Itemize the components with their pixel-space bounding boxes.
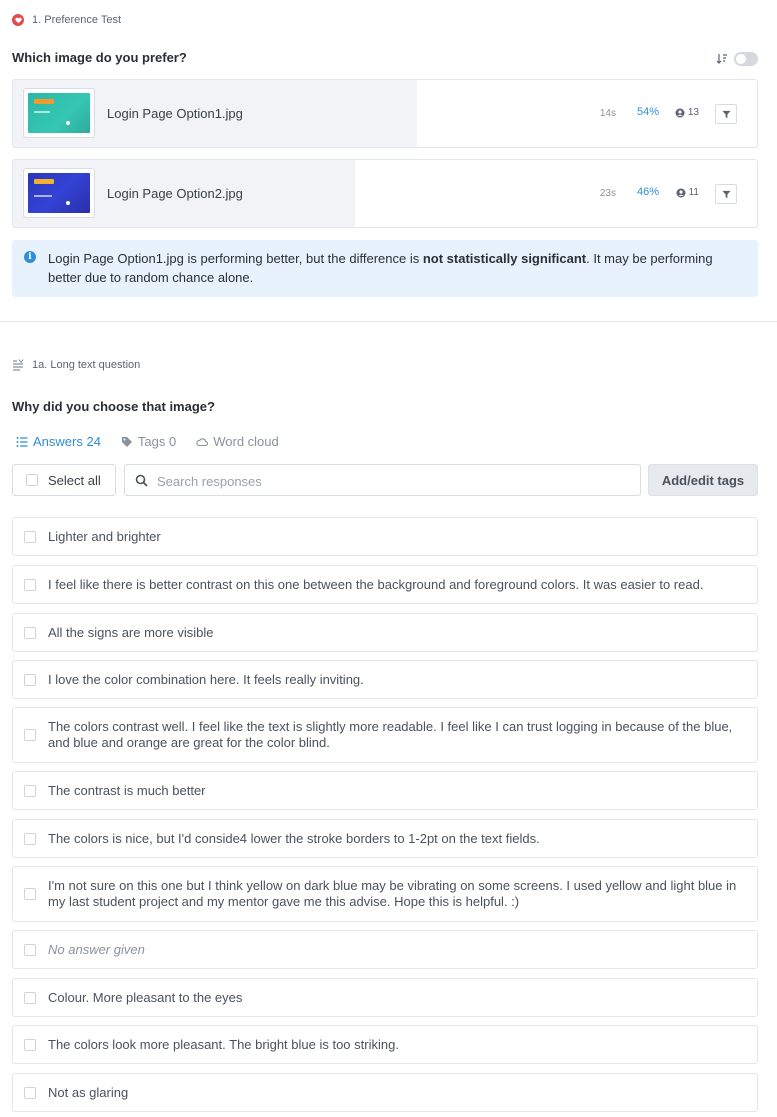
filter-button[interactable]	[715, 104, 737, 124]
tab-tags-label: Tags 0	[137, 434, 177, 449]
answer-checkbox[interactable]	[24, 627, 36, 639]
average-time: 14s	[599, 108, 616, 119]
filter-button[interactable]	[715, 184, 737, 204]
tab-answers-label: Answers 24	[33, 434, 101, 449]
list-icon	[16, 436, 28, 447]
answer-text: No answer given	[48, 942, 145, 957]
respondent-count: 13	[675, 107, 699, 118]
tab-tags[interactable]: Tags 0	[121, 434, 176, 449]
answer-checkbox[interactable]	[24, 1087, 36, 1099]
preference-percent: 46%	[636, 186, 659, 198]
sort-toggle[interactable]	[734, 52, 758, 66]
option-thumbnail[interactable]	[23, 168, 95, 218]
answer-checkbox[interactable]	[24, 579, 36, 591]
response-tabs: Answers 24 Tags 0 Word cloud	[16, 434, 299, 449]
filter-icon	[721, 110, 731, 118]
info-icon: i	[24, 251, 36, 263]
answer-checkbox[interactable]	[24, 992, 36, 1004]
cloud-icon	[196, 437, 209, 446]
respondent-count-value: 13	[687, 107, 699, 118]
answer-checkbox[interactable]	[24, 944, 36, 956]
info-text-bold: not statistically significant	[422, 251, 587, 266]
significance-info-box: i Login Page Option1.jpg is performing b…	[12, 240, 758, 297]
preference-option-2[interactable]: Login Page Option2.jpg 23s 46% 11	[12, 159, 758, 228]
answer-row[interactable]: All the signs are more visible	[12, 613, 758, 652]
answer-text: I feel like there is better contrast on …	[48, 577, 704, 592]
answer-text: The colors is nice, but I'd conside4 low…	[48, 831, 540, 846]
answer-row[interactable]: Not as glaring	[12, 1073, 758, 1112]
tab-word-cloud-label: Word cloud	[213, 434, 279, 449]
answer-text: The colors contrast well. I feel like th…	[48, 719, 733, 750]
login-page-thumbnail-image	[28, 173, 90, 213]
answer-checkbox[interactable]	[24, 833, 36, 845]
answer-text: Colour. More pleasant to the eyes	[48, 990, 243, 1005]
answer-row[interactable]: Colour. More pleasant to the eyes	[12, 978, 758, 1017]
sort-controls	[716, 52, 758, 66]
user-icon	[676, 188, 686, 197]
long-text-question-header: 1a. Long text question	[12, 359, 140, 371]
answer-row[interactable]: I'm not sure on this one but I think yel…	[12, 866, 758, 922]
answer-text: The contrast is much better	[48, 783, 206, 798]
question-title: Why did you choose that image?	[12, 399, 215, 414]
search-input[interactable]	[157, 471, 627, 491]
search-icon	[135, 474, 148, 487]
select-all-button[interactable]: Select all	[12, 464, 116, 496]
answer-text: The colors look more pleasant. The brigh…	[48, 1037, 399, 1052]
tab-answers[interactable]: Answers 24	[16, 434, 101, 449]
answer-checkbox[interactable]	[24, 1039, 36, 1051]
answer-row[interactable]: I feel like there is better contrast on …	[12, 565, 758, 604]
preference-percent: 54%	[636, 106, 659, 118]
info-text-prefix: Login Page Option1.jpg is performing bet…	[48, 251, 423, 266]
answer-row[interactable]: The colors contrast well. I feel like th…	[12, 707, 758, 763]
select-all-checkbox[interactable]	[26, 474, 38, 486]
answer-text: I love the color combination here. It fe…	[48, 672, 364, 687]
filter-icon	[721, 190, 731, 198]
answer-row[interactable]: The contrast is much better	[12, 771, 758, 810]
answer-row[interactable]: The colors is nice, but I'd conside4 low…	[12, 819, 758, 858]
option-name: Login Page Option2.jpg	[107, 186, 243, 201]
answer-checkbox[interactable]	[24, 888, 36, 900]
answer-text: Lighter and brighter	[48, 529, 161, 544]
answer-row[interactable]: The colors look more pleasant. The brigh…	[12, 1025, 758, 1064]
select-all-label: Select all	[48, 472, 101, 488]
section-divider	[0, 321, 777, 322]
respondent-count-value: 11	[688, 187, 699, 198]
tab-word-cloud[interactable]: Word cloud	[196, 434, 279, 449]
significance-message: Login Page Option1.jpg is performing bet…	[48, 249, 748, 287]
preference-test-header: 1. Preference Test	[12, 14, 121, 26]
answer-row[interactable]: Lighter and brighter	[12, 517, 758, 556]
answer-row[interactable]: I love the color combination here. It fe…	[12, 660, 758, 699]
question-title: Which image do you prefer?	[12, 50, 187, 65]
answer-text: All the signs are more visible	[48, 625, 214, 640]
answer-text: Not as glaring	[48, 1085, 129, 1100]
long-text-icon	[13, 359, 24, 371]
login-page-thumbnail-image	[28, 93, 90, 133]
tag-icon	[121, 436, 132, 447]
answer-checkbox[interactable]	[24, 729, 36, 741]
answer-text: I'm not sure on this one but I think yel…	[48, 878, 737, 909]
answer-checkbox[interactable]	[24, 531, 36, 543]
preference-option-1[interactable]: Login Page Option1.jpg 14s 54% 13	[12, 79, 758, 148]
option-thumbnail[interactable]	[23, 88, 95, 138]
section-header-label: 1a. Long text question	[32, 359, 141, 371]
average-time: 23s	[599, 188, 616, 199]
heart-icon	[12, 14, 24, 26]
sort-icon[interactable]	[716, 53, 728, 65]
search-responses[interactable]	[124, 464, 641, 496]
answer-checkbox[interactable]	[24, 674, 36, 686]
add-edit-tags-button[interactable]: Add/edit tags	[648, 464, 758, 496]
option-name: Login Page Option1.jpg	[107, 106, 243, 121]
user-icon	[675, 108, 685, 117]
answer-row[interactable]: No answer given	[12, 930, 758, 969]
section-header-label: 1. Preference Test	[32, 14, 122, 26]
respondent-count: 11	[676, 187, 699, 198]
answer-checkbox[interactable]	[24, 785, 36, 797]
